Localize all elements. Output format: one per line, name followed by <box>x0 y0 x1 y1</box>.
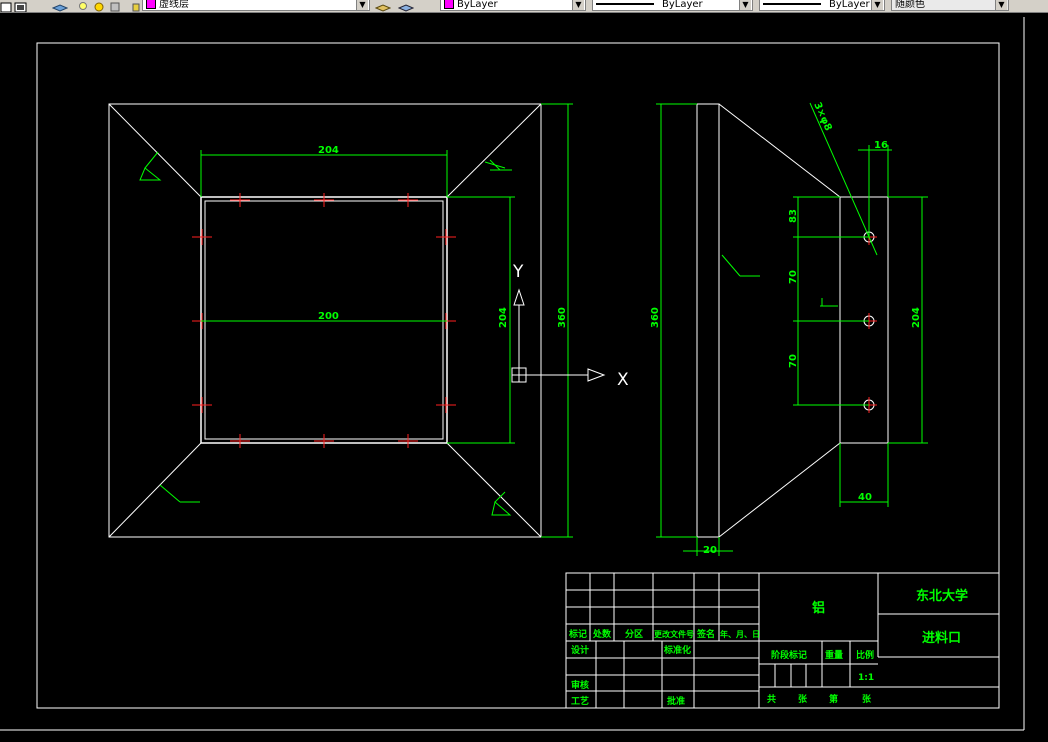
header-zone: 分区 <box>625 628 643 640</box>
layer-color-swatch <box>146 0 156 9</box>
light-bulb-icon[interactable] <box>78 0 92 11</box>
side-view-dim-text: 360 20 3×φ8 16 83 70 70 204 40 <box>650 101 922 556</box>
dim-side-thickness: 20 <box>703 545 717 556</box>
dim-top-width: 204 <box>318 145 339 156</box>
color-swatch <box>444 0 454 9</box>
page-label: 第 <box>829 693 838 705</box>
header-date: 年、月、日 <box>720 629 760 639</box>
dim-hole-pitch-1: 70 <box>788 270 799 284</box>
lineweight-dropdown-value: ByLayer <box>829 0 870 10</box>
total-label: 共 <box>767 693 776 705</box>
designer-label: 设计 <box>571 644 589 656</box>
dim-hole-offset: 16 <box>874 140 888 151</box>
dim-flange-height: 204 <box>911 307 922 328</box>
linetype-dropdown[interactable]: ByLayer ▼ <box>592 0 753 11</box>
layer-lock-icon[interactable] <box>109 0 123 12</box>
chevron-down-icon[interactable]: ▼ <box>356 0 368 10</box>
lineweight-preview <box>763 3 821 5</box>
review-label: 审核 <box>571 679 589 691</box>
color-dropdown-value: ByLayer <box>457 0 498 10</box>
chevron-down-icon[interactable]: ▼ <box>739 0 751 10</box>
color-dropdown[interactable]: ByLayer ▼ <box>440 0 586 11</box>
sun-freeze-icon[interactable] <box>93 0 107 12</box>
header-count: 处数 <box>592 628 612 640</box>
stage-mark-label: 阶段标记 <box>771 649 807 661</box>
layer-dropdown-value: 虚线层 <box>159 0 189 10</box>
dim-hole-pitch-2: 70 <box>788 354 799 368</box>
layer-dropdown[interactable]: 虚线层 ▼ <box>142 0 370 11</box>
plotstyle-dropdown[interactable]: 随颜色 ▼ <box>891 0 1009 11</box>
chevron-down-icon[interactable]: ▼ <box>995 0 1007 10</box>
scale-label: 比例 <box>856 649 874 661</box>
standardization-label: 标准化 <box>663 644 691 656</box>
layer-manager-icon[interactable] <box>51 0 69 12</box>
part-name: 进料口 <box>922 630 961 646</box>
dim-hole-top: 83 <box>788 209 799 223</box>
ucs-x-label: X <box>617 370 629 390</box>
make-current-layer-icon[interactable] <box>374 0 392 12</box>
chevron-down-icon[interactable]: ▼ <box>572 0 584 10</box>
linetype-preview <box>596 3 654 5</box>
drawing-canvas[interactable]: 204 200 204 360 Y X 360 20 3×φ8 16 83 70… <box>0 12 1048 742</box>
university-name: 东北大学 <box>916 588 968 604</box>
linetype-dropdown-value: ByLayer <box>662 0 703 10</box>
dim-inner-width: 200 <box>318 311 339 322</box>
dim-outer-height: 360 <box>557 307 568 328</box>
plotstyle-dropdown-value: 随颜色 <box>895 0 925 10</box>
dim-flange-width: 40 <box>858 492 872 503</box>
app-window-icon[interactable] <box>0 0 14 12</box>
scale-value: 1:1 <box>858 673 874 683</box>
layer-previous-icon[interactable] <box>397 0 415 12</box>
ucs-icon <box>511 288 606 383</box>
chevron-down-icon[interactable]: ▼ <box>871 0 883 10</box>
title-block-text: 铝 东北大学 进料口 标记 处数 分区 更改文件号 签名 年、月、日 设计 标准… <box>568 588 968 707</box>
header-signature: 签名 <box>696 628 715 640</box>
dim-hole-spec: 3×φ8 <box>811 101 833 133</box>
lineweight-dropdown[interactable]: ByLayer ▼ <box>759 0 885 11</box>
process-label: 工艺 <box>571 695 589 707</box>
weight-label: 重量 <box>825 649 843 661</box>
ucs-y-label: Y <box>512 262 524 282</box>
sheets-label: 张 <box>798 693 808 705</box>
dim-side-height: 360 <box>650 307 661 328</box>
window-close-icon[interactable] <box>14 0 28 12</box>
approve-label: 批准 <box>667 695 685 707</box>
material-text: 铝 <box>812 600 825 616</box>
page-sheet-label: 张 <box>862 693 872 705</box>
header-change-doc: 更改文件号 <box>654 629 694 639</box>
dim-inner-height: 204 <box>498 307 509 328</box>
header-mark: 标记 <box>568 628 587 640</box>
